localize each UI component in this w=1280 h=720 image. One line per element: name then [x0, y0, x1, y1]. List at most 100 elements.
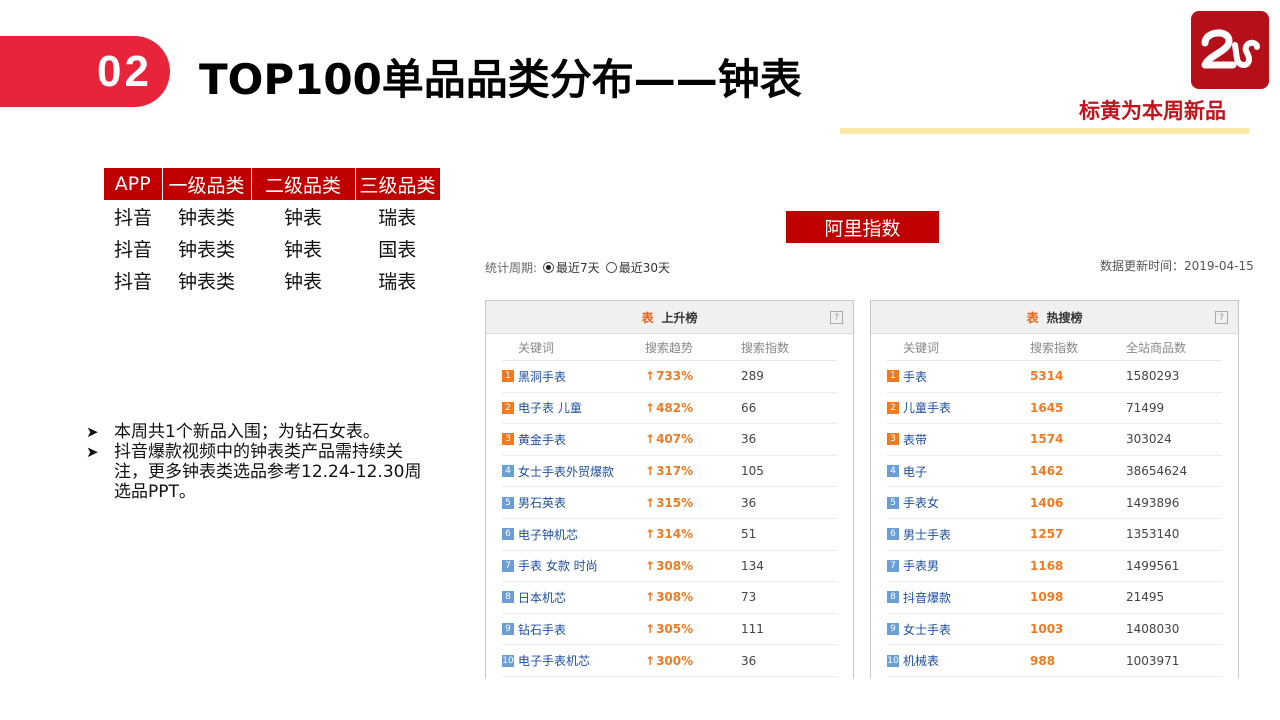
product-count-value: 38654624: [1126, 464, 1188, 479]
search-trend-value: 482%: [645, 401, 741, 415]
bullet-arrow-icon: ➤: [86, 443, 99, 461]
keyword-link[interactable]: 电子表 儿童: [518, 399, 582, 416]
note-text: 本周共1个新品入围；为钻石女表。: [114, 422, 380, 442]
keyword-link[interactable]: 黄金手表: [518, 431, 566, 448]
category-tag: 表: [641, 310, 654, 325]
search-index-value: 1406: [1030, 495, 1064, 510]
search-index-value: 73: [741, 590, 757, 605]
rising-list: 1黑洞手表733%2892电子表 儿童482%663黄金手表407%364女士手…: [486, 361, 853, 677]
keyword-link[interactable]: 电子钟机芯: [518, 526, 578, 543]
keyword-link[interactable]: 手表: [903, 368, 927, 385]
keyword-cell: 3 表带: [887, 431, 1030, 448]
stat-period: 统计周期: 最近7天 最近30天: [485, 259, 670, 276]
keyword-link[interactable]: 手表女: [903, 494, 939, 511]
keyword-cell: 8 抖音爆款: [887, 589, 1030, 606]
keyword-link[interactable]: 抖音爆款: [903, 589, 951, 606]
search-index-value: 1462: [1030, 464, 1064, 479]
rank-badge: 7: [887, 559, 899, 572]
keyword-cell: 6 男士手表: [887, 526, 1030, 543]
header-cell-level2: 二级品类: [251, 168, 356, 200]
search-index-value: 105: [741, 464, 764, 479]
section-number: 02: [97, 46, 152, 96]
header-cell-level1: 一级品类: [162, 168, 252, 200]
keyword-link[interactable]: 手表 女款 时尚: [518, 557, 598, 574]
search-index-value: 111: [741, 622, 764, 637]
search-trend-value: 407%: [645, 432, 741, 446]
keyword-link[interactable]: 黑洞手表: [518, 368, 566, 385]
table-row: 抖音 钟表类 钟表 瑞表: [104, 200, 440, 232]
rank-badge: 6: [502, 528, 514, 541]
keyword-link[interactable]: 电子: [903, 463, 927, 480]
category-tag: 表: [1026, 310, 1039, 325]
list-item: 6 男士手表 1257 1353140: [887, 519, 1222, 551]
keyword-link[interactable]: 女士手表: [903, 621, 951, 638]
keyword-link[interactable]: 女士手表外贸爆款: [518, 463, 614, 480]
search-index-value: 1168: [1030, 558, 1064, 573]
list-item: 2 电子表 儿童 482%66: [502, 393, 837, 425]
keyword-cell: 5 手表女: [887, 494, 1030, 511]
list-item: 8 日本机芯 308%73: [502, 582, 837, 614]
search-index-value: 36: [741, 653, 757, 668]
rank-badge: 8: [887, 591, 899, 604]
column-headers: 关键词 搜索趋势 搜索指数: [502, 334, 837, 361]
category-table: APP 一级品类 二级品类 三级品类 抖音 钟表类 钟表 瑞表 抖音 钟表类 钟…: [104, 168, 440, 296]
ali-index-badge: 阿里指数: [786, 211, 939, 243]
product-count-value: 1493896: [1126, 495, 1180, 510]
keyword-link[interactable]: 电子手表机芯: [518, 652, 590, 669]
keyword-link[interactable]: 机械表: [903, 652, 939, 669]
rank-badge: 1: [502, 370, 514, 383]
keyword-link[interactable]: 表带: [903, 431, 927, 448]
bullet-arrow-icon: ➤: [86, 423, 99, 441]
keyword-cell: 7 手表 女款 时尚: [502, 557, 645, 574]
new-item-note: 标黄为本周新品: [1079, 99, 1226, 123]
table-cell: 钟表: [283, 270, 322, 293]
keyword-cell: 6 电子钟机芯: [502, 526, 645, 543]
help-icon[interactable]: ?: [830, 311, 843, 324]
keyword-cell: 5 男石英表: [502, 494, 645, 511]
page-title: TOP100单品品类分布——钟表: [199, 55, 802, 104]
list-item: 6 电子钟机芯 314%51: [502, 519, 837, 551]
keyword-link[interactable]: 男石英表: [518, 494, 566, 511]
table-cell: 钟表类: [177, 270, 235, 293]
rank-badge: 4: [887, 465, 899, 478]
rank-badge: 2: [887, 401, 899, 414]
search-index-value: 1257: [1030, 527, 1064, 542]
keyword-cell: 10 电子手表机芯: [502, 652, 645, 669]
list-item: 2 儿童手表 1645 71499: [887, 393, 1222, 425]
product-count-value: 1499561: [1126, 558, 1180, 573]
rank-badge: 7: [502, 559, 514, 572]
period-option-label: 最近7天: [556, 261, 600, 275]
keyword-link[interactable]: 日本机芯: [518, 589, 566, 606]
list-item: 9 钻石手表 305%111: [502, 614, 837, 646]
rank-badge: 9: [502, 623, 514, 636]
product-count-value: 1580293: [1126, 369, 1180, 384]
rank-badge: 10: [887, 654, 899, 667]
keyword-link[interactable]: 手表男: [903, 557, 939, 574]
section-number-badge: 02: [0, 36, 170, 107]
keyword-cell: 4 女士手表外贸爆款: [502, 463, 645, 480]
keyword-cell: 7 手表男: [887, 557, 1030, 574]
table-cell: 钟表类: [177, 206, 235, 229]
rank-badge: 3: [887, 433, 899, 446]
column-header: 搜索趋势: [645, 340, 694, 355]
highlight-underline: [840, 128, 1249, 134]
keyword-cell: 9 女士手表: [887, 621, 1030, 638]
radio-checked-icon[interactable]: [543, 262, 555, 273]
search-trend-value: 305%: [645, 622, 741, 636]
column-header: 全站商品数: [1126, 340, 1187, 355]
list-item: 1 手表 5314 1580293: [887, 361, 1222, 393]
search-trend-value: 308%: [645, 590, 741, 604]
hot-list: 1 手表 5314 1580293 2 儿童手表 1645 71499 3 表带 1574 30302…: [871, 361, 1238, 677]
keyword-cell: 9 钻石手表: [502, 621, 645, 638]
period-option-7d[interactable]: 最近7天: [543, 259, 600, 276]
note-item: ➤ 抖音爆款视频中的钟表类产品需持续关注，更多钟表类选品参考12.24-12.3…: [86, 442, 426, 502]
help-icon[interactable]: ?: [1215, 311, 1228, 324]
radio-unchecked-icon[interactable]: [605, 262, 617, 273]
keyword-link[interactable]: 儿童手表: [903, 399, 951, 416]
search-trend-value: 314%: [645, 527, 741, 541]
search-trend-value: 317%: [645, 464, 741, 478]
keyword-link[interactable]: 男士手表: [903, 526, 951, 543]
keyword-link[interactable]: 钻石手表: [518, 621, 566, 638]
period-option-30d[interactable]: 最近30天: [605, 259, 670, 276]
note-text: 抖音爆款视频中的钟表类产品需持续关注，更多钟表类选品参考12.24-12.30周…: [114, 442, 422, 502]
